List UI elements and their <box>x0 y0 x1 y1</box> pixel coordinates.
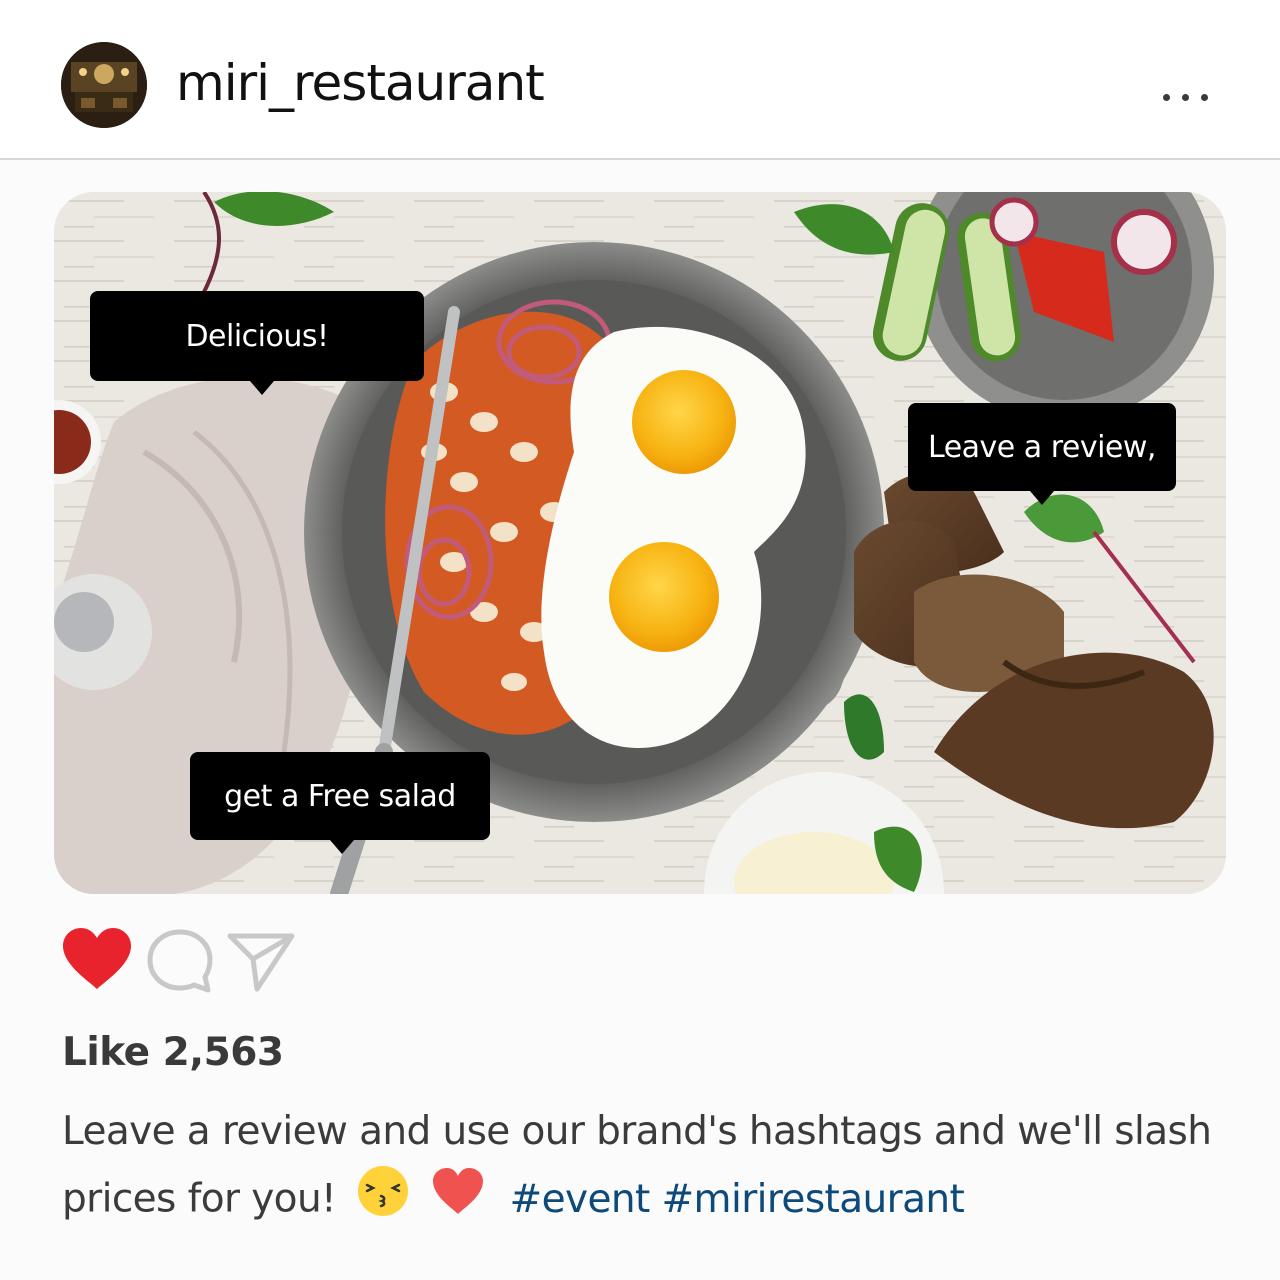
username[interactable]: miri_restaurant <box>176 58 545 108</box>
red-heart-icon <box>430 1165 486 1237</box>
heart-icon[interactable] <box>60 925 134 993</box>
send-icon[interactable] <box>226 931 296 993</box>
post-actions <box>60 925 320 997</box>
caption-line-1: Leave a review and use our brand's hasht… <box>62 1109 1212 1154</box>
hashtags-link[interactable]: #event #mirirestaurant <box>510 1177 965 1222</box>
kissing-face-icon <box>356 1164 410 1238</box>
like-count: Like 2,563 <box>62 1030 284 1075</box>
post-caption: Leave a review and use our brand's hasht… <box>62 1100 1232 1238</box>
caption-line-2: prices for you! #event #mirirestaurant <box>62 1164 1232 1238</box>
dot <box>1181 93 1189 101</box>
photo-bubble-delicious: Delicious! <box>90 291 424 395</box>
profile-avatar[interactable] <box>61 42 147 128</box>
dot <box>1200 93 1208 101</box>
comment-icon[interactable] <box>146 928 214 994</box>
photo-bubble-free-salad: get a Free salad <box>190 752 490 854</box>
more-options-icon[interactable] <box>1150 80 1220 114</box>
photo-bubble-review: Leave a review, <box>908 403 1176 505</box>
caption-text: prices for you! <box>62 1176 337 1222</box>
restaurant-interior-icon <box>61 42 147 128</box>
dot <box>1162 93 1170 101</box>
post-photo[interactable]: Delicious! Leave a review, get a Free sa… <box>54 192 1226 894</box>
post-header: miri_restaurant <box>0 0 1280 160</box>
